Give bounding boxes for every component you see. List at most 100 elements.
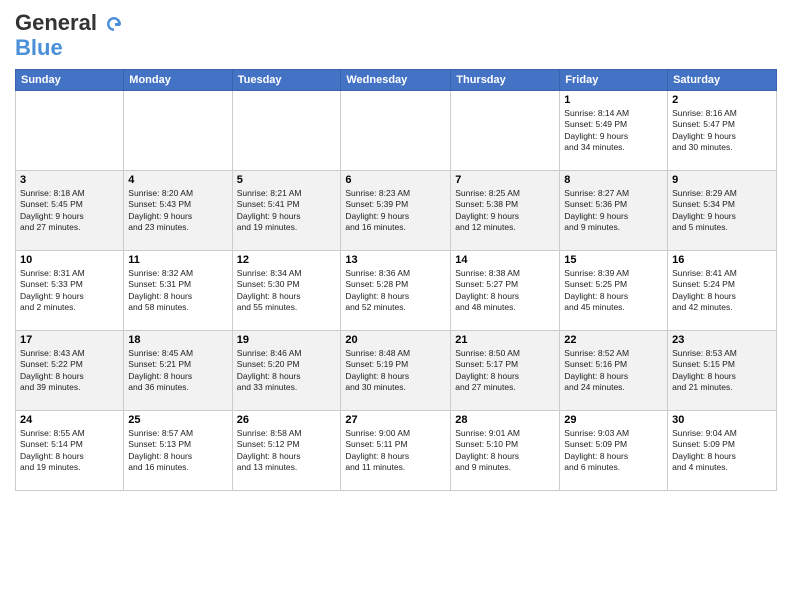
- day-info: Sunrise: 8:52 AM Sunset: 5:16 PM Dayligh…: [564, 348, 663, 394]
- day-info: Sunrise: 8:23 AM Sunset: 5:39 PM Dayligh…: [345, 188, 446, 234]
- calendar-header-row: SundayMondayTuesdayWednesdayThursdayFrid…: [16, 69, 777, 90]
- day-number: 1: [564, 94, 663, 106]
- day-cell-10: 10 Sunrise: 8:31 AM Sunset: 5:33 PM Dayli…: [16, 250, 124, 330]
- day-number: 5: [237, 174, 337, 186]
- day-info: Sunrise: 8:43 AM Sunset: 5:22 PM Dayligh…: [20, 348, 119, 394]
- day-info: Sunrise: 9:04 AM Sunset: 5:09 PM Dayligh…: [672, 428, 772, 474]
- day-cell-19: 19Sunrise: 8:46 AM Sunset: 5:20 PM Dayli…: [232, 330, 341, 410]
- header: General Blue: [15, 10, 777, 61]
- day-info: Sunrise: 8:25 AM Sunset: 5:38 PM Dayligh…: [455, 188, 555, 234]
- day-info: Sunrise: 8:20 AM Sunset: 5:43 PM Dayligh…: [128, 188, 227, 234]
- day-number: 13: [345, 254, 446, 266]
- day-info: Sunrise: 8:31 AM Sunset: 5:33 PM Dayligh…: [20, 268, 119, 314]
- day-number: 20: [345, 334, 446, 346]
- day-cell-26: 26Sunrise: 8:58 AM Sunset: 5:12 PM Dayli…: [232, 410, 341, 490]
- day-number: 12: [237, 254, 337, 266]
- day-cell-21: 21Sunrise: 8:50 AM Sunset: 5:17 PM Dayli…: [451, 330, 560, 410]
- day-cell-9: 9 Sunrise: 8:29 AM Sunset: 5:34 PM Daylig…: [668, 170, 777, 250]
- day-info: Sunrise: 9:03 AM Sunset: 5:09 PM Dayligh…: [564, 428, 663, 474]
- day-number: 29: [564, 414, 663, 426]
- col-header-tuesday: Tuesday: [232, 69, 341, 90]
- day-cell-30: 30 Sunrise: 9:04 AM Sunset: 5:09 PM Dayli…: [668, 410, 777, 490]
- day-info: Sunrise: 8:21 AM Sunset: 5:41 PM Dayligh…: [237, 188, 337, 234]
- col-header-sunday: Sunday: [16, 69, 124, 90]
- day-number: 22: [564, 334, 663, 346]
- day-number: 14: [455, 254, 555, 266]
- day-number: 16: [672, 254, 772, 266]
- day-cell-3: 3Sunrise: 8:18 AM Sunset: 5:45 PM Daylig…: [16, 170, 124, 250]
- col-header-wednesday: Wednesday: [341, 69, 451, 90]
- day-info: Sunrise: 8:29 AM Sunset: 5:34 PM Dayligh…: [672, 188, 772, 234]
- day-cell-12: 12 Sunrise: 8:34 AM Sunset: 5:30 PM Dayli…: [232, 250, 341, 330]
- day-cell-14: 14 Sunrise: 8:38 AM Sunset: 5:27 PM Dayli…: [451, 250, 560, 330]
- day-number: 15: [564, 254, 663, 266]
- day-cell-15: 15 Sunrise: 8:39 AM Sunset: 5:25 PM Dayli…: [560, 250, 668, 330]
- day-number: 10: [20, 254, 119, 266]
- day-info: Sunrise: 8:53 AM Sunset: 5:15 PM Dayligh…: [672, 348, 772, 394]
- day-number: 19: [237, 334, 337, 346]
- day-number: 9: [672, 174, 772, 186]
- day-number: 2: [672, 94, 772, 106]
- week-row-2: 10 Sunrise: 8:31 AM Sunset: 5:33 PM Dayli…: [16, 250, 777, 330]
- day-cell-empty: [451, 90, 560, 170]
- day-info: Sunrise: 8:38 AM Sunset: 5:27 PM Dayligh…: [455, 268, 555, 314]
- day-number: 24: [20, 414, 119, 426]
- day-cell-7: 7 Sunrise: 8:25 AM Sunset: 5:38 PM Daylig…: [451, 170, 560, 250]
- day-cell-18: 18 Sunrise: 8:45 AM Sunset: 5:21 PM Dayli…: [124, 330, 232, 410]
- day-info: Sunrise: 8:48 AM Sunset: 5:19 PM Dayligh…: [345, 348, 446, 394]
- day-info: Sunrise: 8:41 AM Sunset: 5:24 PM Dayligh…: [672, 268, 772, 314]
- day-number: 25: [128, 414, 227, 426]
- logo-icon: [105, 15, 123, 33]
- day-number: 17: [20, 334, 119, 346]
- day-info: Sunrise: 8:57 AM Sunset: 5:13 PM Dayligh…: [128, 428, 227, 474]
- day-cell-6: 6Sunrise: 8:23 AM Sunset: 5:39 PM Daylig…: [341, 170, 451, 250]
- day-cell-17: 17 Sunrise: 8:43 AM Sunset: 5:22 PM Dayli…: [16, 330, 124, 410]
- calendar: SundayMondayTuesdayWednesdayThursdayFrid…: [15, 69, 777, 491]
- day-number: 21: [455, 334, 555, 346]
- day-cell-empty: [232, 90, 341, 170]
- week-row-0: 1 Sunrise: 8:14 AM Sunset: 5:49 PM Daylig…: [16, 90, 777, 170]
- day-info: Sunrise: 8:45 AM Sunset: 5:21 PM Dayligh…: [128, 348, 227, 394]
- day-cell-13: 13 Sunrise: 8:36 AM Sunset: 5:28 PM Dayli…: [341, 250, 451, 330]
- day-number: 23: [672, 334, 772, 346]
- day-cell-23: 23 Sunrise: 8:53 AM Sunset: 5:15 PM Dayli…: [668, 330, 777, 410]
- day-cell-4: 4 Sunrise: 8:20 AM Sunset: 5:43 PM Daylig…: [124, 170, 232, 250]
- week-row-4: 24 Sunrise: 8:55 AM Sunset: 5:14 PM Dayli…: [16, 410, 777, 490]
- day-number: 4: [128, 174, 227, 186]
- day-cell-empty: [16, 90, 124, 170]
- day-info: Sunrise: 8:39 AM Sunset: 5:25 PM Dayligh…: [564, 268, 663, 314]
- day-cell-28: 28Sunrise: 9:01 AM Sunset: 5:10 PM Dayli…: [451, 410, 560, 490]
- day-info: Sunrise: 9:00 AM Sunset: 5:11 PM Dayligh…: [345, 428, 446, 474]
- day-number: 7: [455, 174, 555, 186]
- day-number: 30: [672, 414, 772, 426]
- day-cell-empty: [124, 90, 232, 170]
- day-cell-16: 16 Sunrise: 8:41 AM Sunset: 5:24 PM Dayli…: [668, 250, 777, 330]
- logo-text: General Blue: [15, 10, 123, 61]
- day-info: Sunrise: 8:36 AM Sunset: 5:28 PM Dayligh…: [345, 268, 446, 314]
- day-cell-empty: [341, 90, 451, 170]
- day-info: Sunrise: 8:58 AM Sunset: 5:12 PM Dayligh…: [237, 428, 337, 474]
- day-number: 11: [128, 254, 227, 266]
- day-cell-27: 27 Sunrise: 9:00 AM Sunset: 5:11 PM Dayli…: [341, 410, 451, 490]
- day-cell-2: 2 Sunrise: 8:16 AM Sunset: 5:47 PM Daylig…: [668, 90, 777, 170]
- day-cell-20: 20 Sunrise: 8:48 AM Sunset: 5:19 PM Dayli…: [341, 330, 451, 410]
- day-cell-22: 22 Sunrise: 8:52 AM Sunset: 5:16 PM Dayli…: [560, 330, 668, 410]
- col-header-monday: Monday: [124, 69, 232, 90]
- day-info: Sunrise: 8:16 AM Sunset: 5:47 PM Dayligh…: [672, 108, 772, 154]
- day-number: 18: [128, 334, 227, 346]
- day-info: Sunrise: 8:34 AM Sunset: 5:30 PM Dayligh…: [237, 268, 337, 314]
- day-info: Sunrise: 8:18 AM Sunset: 5:45 PM Dayligh…: [20, 188, 119, 234]
- col-header-saturday: Saturday: [668, 69, 777, 90]
- day-info: Sunrise: 8:55 AM Sunset: 5:14 PM Dayligh…: [20, 428, 119, 474]
- day-cell-29: 29 Sunrise: 9:03 AM Sunset: 5:09 PM Dayli…: [560, 410, 668, 490]
- day-number: 27: [345, 414, 446, 426]
- day-cell-25: 25 Sunrise: 8:57 AM Sunset: 5:13 PM Dayli…: [124, 410, 232, 490]
- day-info: Sunrise: 8:32 AM Sunset: 5:31 PM Dayligh…: [128, 268, 227, 314]
- col-header-thursday: Thursday: [451, 69, 560, 90]
- day-info: Sunrise: 8:14 AM Sunset: 5:49 PM Dayligh…: [564, 108, 663, 154]
- week-row-1: 3Sunrise: 8:18 AM Sunset: 5:45 PM Daylig…: [16, 170, 777, 250]
- day-cell-8: 8Sunrise: 8:27 AM Sunset: 5:36 PM Daylig…: [560, 170, 668, 250]
- day-number: 8: [564, 174, 663, 186]
- col-header-friday: Friday: [560, 69, 668, 90]
- day-cell-1: 1 Sunrise: 8:14 AM Sunset: 5:49 PM Daylig…: [560, 90, 668, 170]
